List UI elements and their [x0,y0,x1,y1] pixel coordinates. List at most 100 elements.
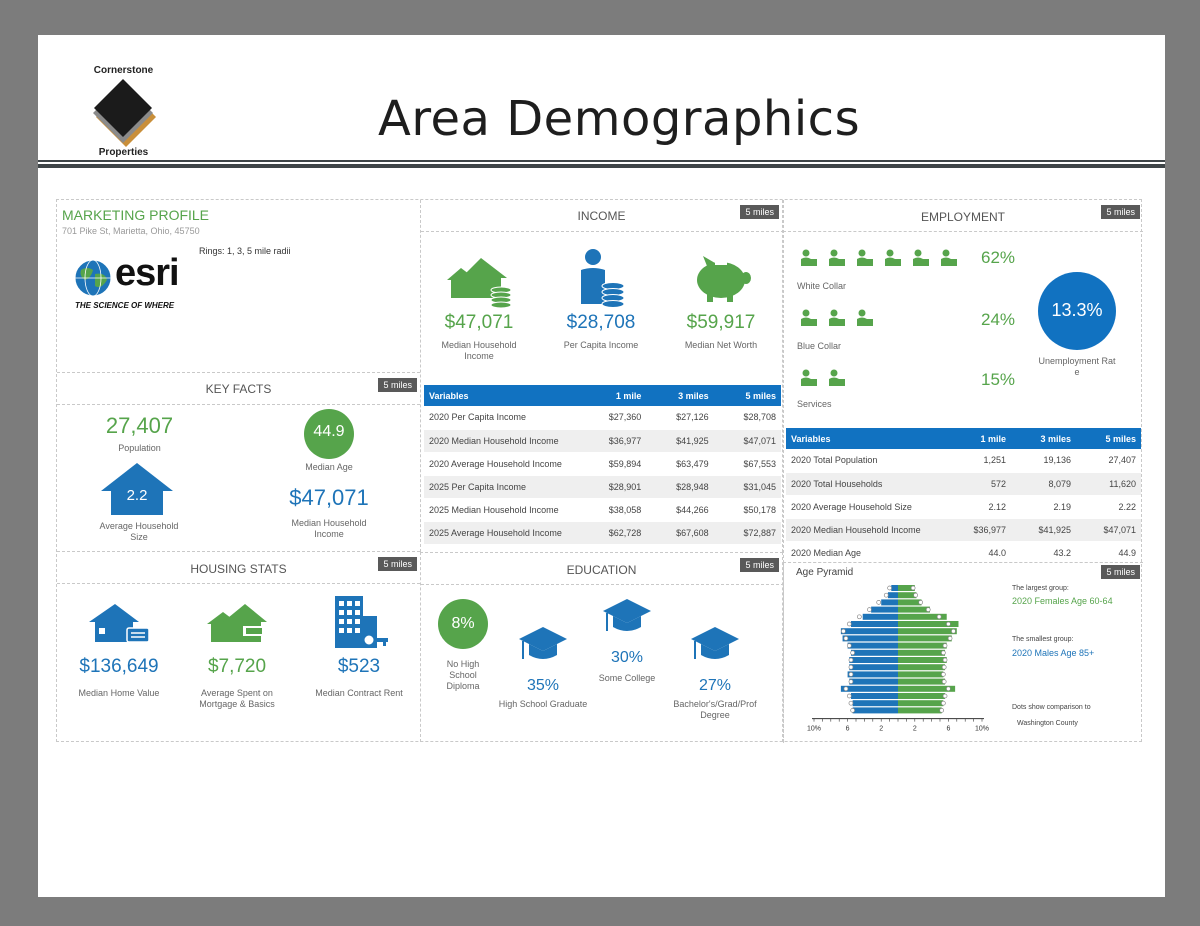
male-bar-75-79 [881,599,898,606]
female-bar-55-59 [898,628,957,635]
x-tick-label: 2 [913,726,917,733]
office-worker-icon [885,249,901,266]
white-collar-label: White Collar [797,281,847,291]
table-cell: 2020 Total Population [786,449,946,473]
smallest-group-value: 2020 Males Age 85+ [1012,648,1095,658]
table-cell: 2020 Median Household Income [424,429,579,453]
table-cell: $72,887 [713,521,781,545]
dashboard-grid: MARKETING PROFILE 701 Pike St, Marietta,… [56,199,1143,743]
table-cell: 2025 Median Household Income [424,498,579,522]
female-county-dot [941,672,946,677]
female-bar-20-24 [898,678,946,685]
office-worker-icon [857,249,873,266]
table-row: 2020 Average Household Income $59,894 $63,… [424,452,781,476]
building-key-icon [335,596,388,648]
house-price-tag-icon [89,604,150,643]
income-badge: 5 miles [740,205,779,219]
table-cell: $36,977 [946,518,1011,542]
largest-group-value: 2020 Females Age 60-64 [1012,596,1113,606]
key-facts-panel: KEY FACTS 5 miles 27,407 Population 2.2 … [57,372,420,552]
table-cell: 2.12 [946,495,1011,519]
table-cell: $28,708 [713,406,781,430]
office-worker-icon [829,249,845,266]
income-table: Variables 1 mile 3 miles 5 miles 2020 Pe… [424,385,781,545]
male-county-dot [848,657,854,663]
table-row: 2025 Per Capita Income $28,901 $28,948 $31,… [424,475,781,499]
housing-label-0: Median Home Value [78,688,160,698]
blue-collar-label: Blue Collar [797,341,842,351]
table-cell: $27,360 [579,406,647,430]
table-row: 2025 Average Household Income $62,728 $67,… [424,521,781,545]
age-pyramid-panel: Age Pyramid 5 miles 10% 6 2 2 6 10% The large… [783,562,1143,742]
median-income-value: $47,071 [289,485,369,510]
column-header: Variables [424,385,579,406]
male-county-dot [876,600,882,605]
esri-tagline: THE SCIENCE OF WHERE [75,301,175,310]
table-cell: 2025 Per Capita Income [424,475,579,499]
employment-badge: 5 miles [1101,205,1140,219]
table-cell: $27,126 [646,406,714,430]
education-label-0: No High School Diploma [446,659,480,691]
male-county-dot [843,636,849,641]
age-pyramid-chart: 10% 6 2 2 6 10% [807,585,989,733]
employment-panel: EMPLOYMENT 5 miles 62% White Collar 24% … [783,200,1143,565]
table-row: 2020 Median Household Income $36,977 $41,9… [786,518,1141,542]
company-logo: Cornerstone Properties [86,65,161,160]
column-header: 3 miles [1011,428,1076,449]
dots-county: Washington County [1017,720,1078,727]
education-value-3: 27% [698,677,732,694]
male-county-dot [843,686,849,692]
table-cell: 44.0 [946,541,1011,565]
female-bar-75-79 [898,599,922,606]
housing-title: HOUSING STATS [190,562,287,576]
housing-label-1: Average Spent on Mortgage & Basics [199,688,275,709]
profile-address: 701 Pike St, Marietta, Ohio, 45750 [62,226,200,236]
x-tick-label: 10% [975,726,989,733]
female-bar-25-29 [898,671,944,678]
male-bar-40-44 [850,649,898,656]
table-cell: 2020 Average Household Size [786,495,946,519]
blue-collar-worker-icon [857,309,873,326]
housing-value-1: $7,720 [207,656,267,677]
table-row: 2020 Median Household Income $36,977 $41,9… [424,429,781,453]
header-divider-thick [38,164,1165,168]
population-label: Population [118,443,161,453]
education-label-2: Some College [598,673,656,683]
person-coins-icon [581,249,625,308]
table-cell: $67,553 [713,452,781,476]
service-worker-icon [801,369,817,386]
income-panel: INCOME 5 miles $47,071 Median Household … [420,200,784,552]
key-facts-divider [57,404,420,405]
housing-badge: 5 miles [378,557,417,571]
dots-note: Dots show comparison to [1012,704,1091,711]
male-bar-35-39 [849,657,898,663]
table-cell: 2.19 [1011,495,1076,519]
income-table-header: Variables 1 mile 3 miles 5 miles [424,385,781,406]
column-divider [783,200,784,743]
male-county-dot [846,643,852,648]
female-county-dot [925,607,931,612]
housing-label-2: Median Contract Rent [315,688,403,698]
female-bar-70-74 [898,606,930,613]
education-value-0: 8% [451,615,475,632]
globe-icon [74,259,112,297]
male-county-dot [841,628,846,634]
table-cell: $41,925 [646,429,714,453]
employment-divider [783,231,1143,232]
male-county-dot [848,700,854,706]
table-cell: 572 [946,472,1011,496]
white-collar-value: 62% [981,248,1016,267]
male-county-dot [887,585,892,591]
female-county-dot [951,628,956,634]
office-worker-icon [913,249,929,266]
population-table: Variables 1 mile 3 miles 5 miles 2020 To… [786,428,1141,565]
pyramid-title: Age Pyramid [796,567,854,578]
table-cell: $62,728 [579,521,647,545]
housing-divider [57,583,420,584]
column-header: 5 miles [1076,428,1141,449]
slide: Cornerstone Properties Area Demographics… [38,35,1165,897]
male-county-dot [883,592,889,598]
male-bar-55-59 [840,628,898,635]
table-cell: 11,620 [1076,472,1141,496]
income-label-0: Median Household Income [441,340,517,361]
